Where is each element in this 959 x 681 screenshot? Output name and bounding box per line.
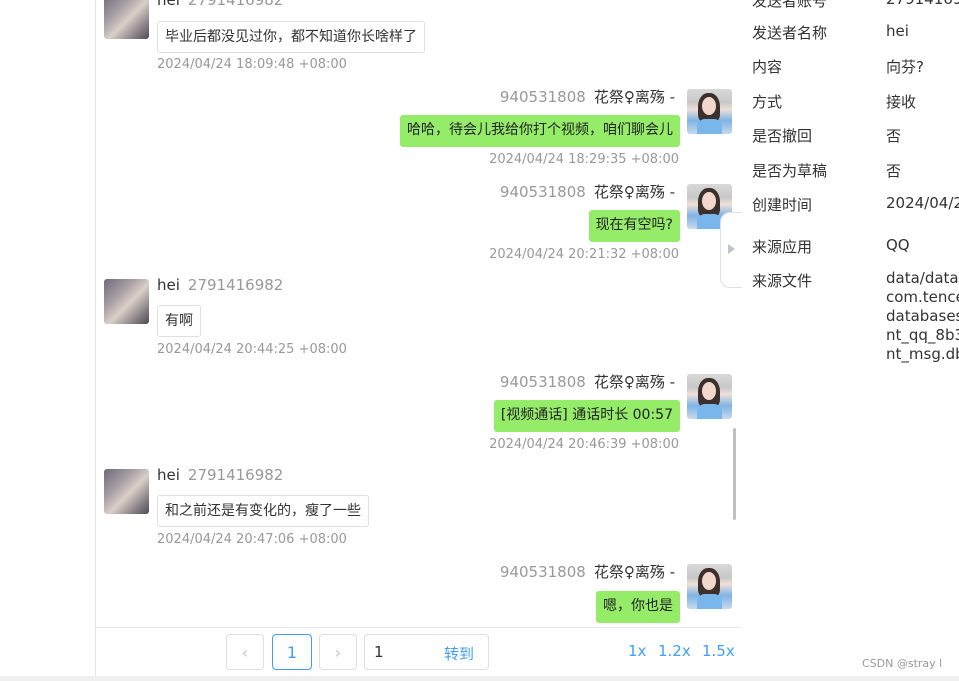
detail-label: 发送者账号: [752, 0, 828, 10]
message-timestamp: 2024/04/24 20:44:25 +08:00: [157, 342, 347, 357]
sender-name: hei: [157, 466, 180, 484]
source-file-line: databases/: [886, 307, 959, 325]
sender-name: hei: [157, 276, 180, 294]
page-jump-input[interactable]: 1 转到: [364, 634, 489, 670]
zoom-1-5x-button[interactable]: 1.5x: [702, 642, 735, 660]
message-bubble-incoming[interactable]: 毕业后都没见过你，都不知道你长啥样了: [157, 21, 425, 53]
detail-label: 来源应用: [752, 238, 813, 256]
sender-uid: 940531808: [499, 563, 586, 581]
sender-name: 花祭♀离殇 -: [593, 373, 675, 391]
sender-name: 花祭♀离殇 -: [593, 563, 675, 581]
sender-line: hei 2791416982: [157, 276, 283, 294]
sender-line: 940531808 花祭♀离殇 -: [500, 561, 675, 582]
avatar-hei[interactable]: [104, 0, 149, 39]
avatar-self[interactable]: [687, 374, 732, 419]
message-timestamp: 2024/04/24 20:46:39 +08:00: [489, 437, 679, 452]
watermark: CSDN @stray l: [862, 657, 943, 670]
message-bubble-outgoing[interactable]: 哈哈，待会儿我给你打个视频，咱们聊会儿: [400, 115, 680, 147]
avatar-hei[interactable]: [104, 469, 149, 514]
caret-right-icon: [728, 244, 735, 254]
sender-name: 花祭♀离殇 -: [593, 183, 675, 201]
message-bubble-outgoing[interactable]: [视频通话] 通话时长 00:57: [493, 400, 680, 432]
sender-uid: 2791416982: [187, 0, 284, 9]
next-page-button[interactable]: ›: [319, 634, 357, 670]
detail-value: 2024/04/2: [886, 194, 959, 212]
detail-value: 2791416982: [886, 0, 959, 8]
page-number-button[interactable]: 1: [272, 634, 312, 670]
detail-label: 方式: [752, 93, 783, 111]
chat-scrollbar[interactable]: [733, 428, 736, 520]
source-file-line: nt_qq_8b3: [886, 326, 959, 344]
detail-value: QQ: [886, 236, 910, 254]
chevron-left-icon: ‹: [241, 642, 249, 662]
sender-line: hei 2791416982: [157, 466, 283, 484]
page-jump-value[interactable]: 1: [374, 643, 384, 661]
chevron-right-icon: ›: [334, 642, 342, 662]
message-timestamp: 2024/04/24 20:47:06 +08:00: [157, 532, 347, 547]
source-file-line: nt_msg.db: [886, 345, 959, 363]
sender-line: 940531808 花祭♀离殇 -: [500, 371, 675, 392]
prev-page-button[interactable]: ‹: [226, 634, 264, 670]
source-file-line: com.tence: [886, 288, 959, 306]
detail-label: 来源文件: [752, 272, 813, 290]
avatar-self[interactable]: [687, 89, 732, 134]
sender-line: hei 2791416982: [157, 0, 283, 9]
source-file-line: data/data/: [886, 269, 959, 287]
message-bubble-outgoing[interactable]: 现在有空吗?: [588, 210, 680, 242]
sender-line: 940531808 花祭♀离殇 -: [500, 86, 675, 107]
message-timestamp: 2024/04/24 18:09:48 +08:00: [157, 57, 347, 72]
detail-value: 接收: [886, 93, 917, 111]
sender-uid: 2791416982: [187, 466, 284, 484]
detail-value: 否: [886, 162, 902, 180]
app-window: hei 2791416982 毕业后都没见过你，都不知道你长啥样了 2024/04…: [0, 0, 959, 681]
message-timestamp: 2024/04/24 18:29:35 +08:00: [489, 152, 679, 167]
sender-uid: 940531808: [499, 183, 586, 201]
sender-name: hei: [157, 0, 180, 9]
source-file-path: data/data/ com.tence databases/ nt_qq_8b…: [886, 269, 959, 364]
sender-line: 940531808 花祭♀离殇 -: [500, 181, 675, 202]
sender-name: 花祭♀离殇 -: [593, 88, 675, 106]
message-bubble-outgoing[interactable]: 嗯，你也是: [596, 591, 680, 623]
chat-message-list[interactable]: hei 2791416982 毕业后都没见过你，都不知道你长啥样了 2024/04…: [96, 0, 740, 627]
detail-value: 否: [886, 127, 902, 145]
sender-uid: 2791416982: [187, 276, 284, 294]
message-bubble-incoming[interactable]: 有啊: [157, 305, 201, 337]
detail-label: 创建时间: [752, 196, 813, 214]
avatar-self[interactable]: [687, 564, 732, 609]
zoom-1-2x-button[interactable]: 1.2x: [658, 642, 691, 660]
sender-uid: 940531808: [499, 88, 586, 106]
go-to-page-button[interactable]: 转到: [444, 643, 474, 664]
bottom-bar: [0, 676, 959, 681]
avatar-hei[interactable]: [104, 279, 149, 324]
sender-uid: 940531808: [499, 373, 586, 391]
detail-label: 发送者名称: [752, 24, 828, 42]
message-timestamp: 2024/04/24 20:21:32 +08:00: [489, 247, 679, 262]
detail-label: 是否为草稿: [752, 162, 828, 180]
detail-label: 内容: [752, 58, 783, 76]
footer-divider: [96, 627, 740, 628]
detail-label: 是否撤回: [752, 127, 813, 145]
detail-panel-toggle[interactable]: [720, 212, 742, 288]
zoom-1x-button[interactable]: 1x: [628, 642, 646, 660]
message-bubble-incoming[interactable]: 和之前还是有变化的，瘦了一些: [157, 495, 369, 527]
detail-value: hei: [886, 22, 909, 40]
detail-value: 向芬?: [886, 58, 924, 76]
